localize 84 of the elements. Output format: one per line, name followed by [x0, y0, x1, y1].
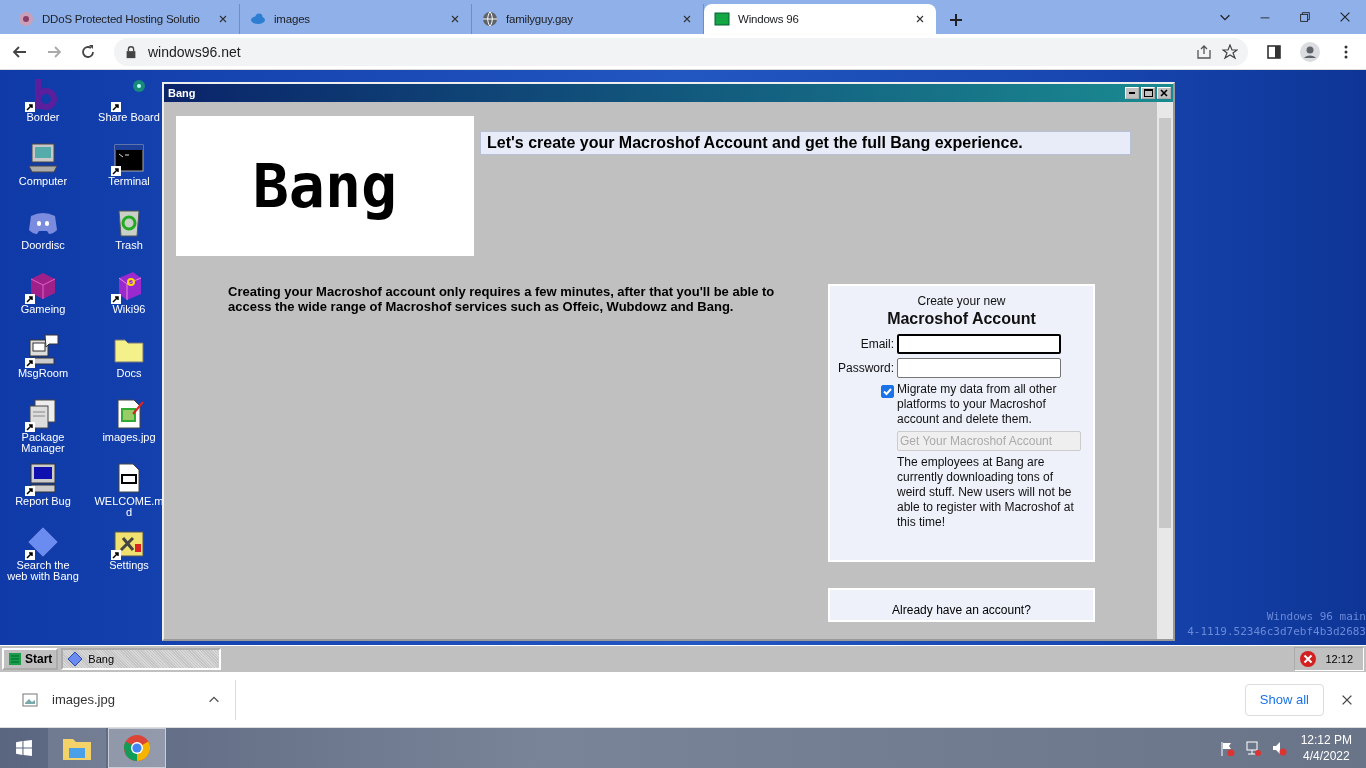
terminal-icon — [113, 142, 145, 174]
package-icon — [27, 398, 59, 430]
flower-icon — [18, 11, 34, 27]
desktop-icon-label[interactable]: images.jpg — [102, 432, 156, 443]
system-time: 12:12 PM — [1300, 732, 1352, 748]
diamond-icon — [67, 651, 84, 667]
close-icon[interactable] — [1338, 10, 1352, 24]
close-icon — [1160, 89, 1168, 97]
taskbar-app[interactable] — [48, 728, 106, 768]
desktop-icon-label[interactable]: WELCOME.md — [92, 496, 166, 518]
desktop-icon-label[interactable]: Computer — [18, 176, 68, 187]
windows-start-icon[interactable] — [15, 739, 33, 757]
image-file-icon — [22, 691, 38, 708]
globe-icon — [482, 11, 498, 27]
checkbox[interactable] — [881, 385, 894, 398]
system-date: 4/4/2022 — [1301, 748, 1351, 764]
minimize-button[interactable] — [1125, 87, 1139, 99]
restore-icon[interactable] — [1298, 10, 1312, 24]
desktop-icon-label[interactable]: Terminal — [108, 176, 150, 187]
back-icon[interactable] — [12, 43, 28, 60]
reload-icon[interactable] — [80, 43, 96, 60]
desktop-icon-label[interactable]: Share Board — [98, 112, 160, 123]
field-label: Password: — [836, 361, 894, 375]
network-error-icon — [1244, 740, 1261, 756]
intro-text: Creating your Macroshof account only requires a few minutes, after that you'll be able to access the wide range of Macroshof services such as Offeic, Wubdowz and Bang. — [228, 284, 776, 316]
desktop-icon-label[interactable]: Report Bug — [15, 496, 71, 507]
build-info-text: Windows 96 main — [1265, 609, 1366, 624]
field-label: Email: — [859, 337, 894, 351]
desktop-icon-label[interactable]: Trash — [115, 240, 143, 251]
desktop-icon-label[interactable]: Gameing — [20, 304, 66, 315]
desktop-icon-label[interactable]: Docs — [116, 368, 142, 379]
window-title: Bang — [168, 87, 197, 99]
desktop-icon-label[interactable]: MsgRoom — [17, 368, 69, 379]
browser-logo-icon — [123, 734, 151, 762]
login-prompt: Already have an account? — [892, 603, 1031, 617]
diamond-icon — [27, 526, 59, 558]
cloud-icon — [250, 11, 266, 27]
headline: Let's create your Macroshof Account and get the full Bang experience. — [480, 131, 1131, 155]
desktop-icon-label[interactable]: Settings — [109, 560, 149, 571]
taskbar-app[interactable] — [108, 728, 166, 768]
lock-icon — [124, 44, 138, 59]
close-button[interactable] — [1157, 87, 1171, 99]
show-all-button[interactable]: Show all — [1244, 683, 1324, 716]
input-field[interactable] — [897, 334, 1061, 354]
maximize-icon — [1143, 89, 1153, 97]
computer-icon — [27, 462, 59, 494]
profile-icon[interactable] — [1300, 41, 1320, 62]
minimize-icon — [1129, 92, 1135, 94]
bang-logo: Bang — [176, 116, 474, 256]
taskbar-button[interactable]: Bang — [61, 648, 222, 670]
close-icon[interactable] — [681, 13, 693, 25]
window-icon — [714, 11, 730, 27]
signup-title: Macroshof Account — [886, 310, 1037, 328]
start-logo-icon — [8, 652, 22, 666]
close-icon[interactable] — [217, 13, 229, 25]
side-panel-icon[interactable] — [1266, 43, 1282, 60]
computer-icon — [27, 142, 59, 174]
share-icon[interactable] — [1196, 43, 1212, 60]
download-item[interactable]: images.jpg — [0, 679, 236, 720]
star-icon[interactable] — [1222, 43, 1238, 60]
browser-tab[interactable]: Windows 96 — [704, 4, 936, 34]
desktop-icon-label[interactable]: Doordisc — [21, 240, 65, 251]
build-info-text: 4-1119.52346c3d7ebf4b3d2683 — [1187, 624, 1366, 639]
desktop-icon-label[interactable]: Package Manager — [6, 432, 80, 454]
tray-clock: 12:12 — [1325, 653, 1353, 665]
maximize-button[interactable] — [1141, 87, 1155, 99]
error-icon — [1299, 650, 1318, 668]
desktop-icon-label[interactable]: Search the web with Bang — [6, 560, 80, 582]
desktop-icon-label[interactable]: Wiki96 — [112, 304, 146, 315]
new-tab-icon[interactable] — [948, 12, 964, 28]
scrollbar[interactable] — [1157, 102, 1173, 639]
input-field[interactable] — [897, 358, 1061, 378]
checkbox-label: Migrate my data from all other platforms to your Macroshof account and delete them. — [897, 382, 1058, 427]
close-icon[interactable] — [914, 13, 926, 25]
close-icon[interactable] — [449, 13, 461, 25]
chat-computer-icon — [27, 334, 59, 366]
speaker-muted-icon — [1270, 740, 1287, 756]
flag-error-icon — [1218, 740, 1235, 756]
dot-icon — [133, 80, 145, 92]
signup-subtitle: Create your new — [916, 294, 1007, 308]
start-button[interactable]: Start — [2, 648, 59, 670]
notice-text: The employees at Bang are currently downloading tons of weird stuff. New users will not be able to register with Macroshof at this time! — [897, 455, 1075, 530]
address-bar[interactable]: windows96.net — [114, 37, 1248, 66]
desktop-icon-label[interactable]: Border — [26, 112, 60, 123]
